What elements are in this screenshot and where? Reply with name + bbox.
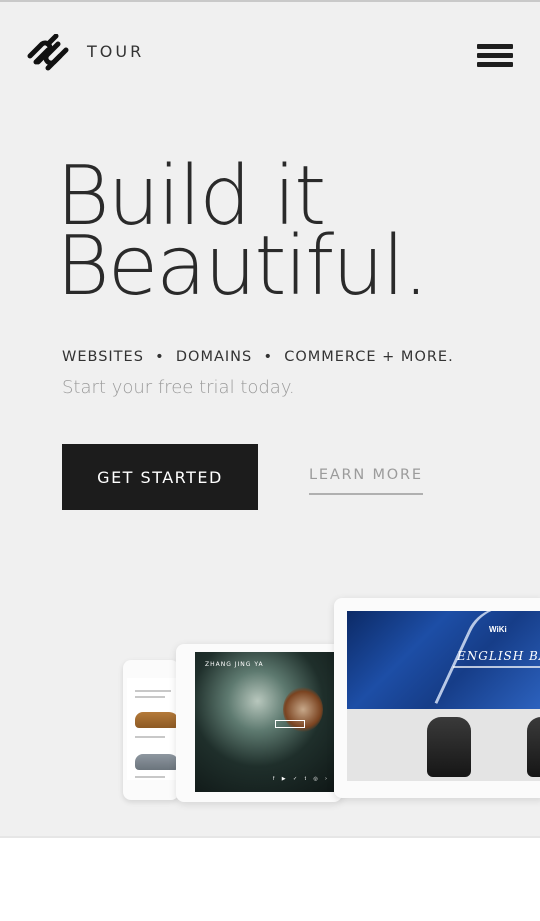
text-line: [135, 690, 171, 692]
tablet-site-title: ZHANG JING YA: [205, 661, 264, 668]
hero-section: TOUR Build it Beautiful. WEBSITES • DOMA…: [0, 2, 540, 838]
menu-bar: [477, 62, 513, 67]
phone-mockup: [123, 660, 179, 800]
laptop-subtitle-line: [453, 666, 540, 668]
text-line: [135, 736, 165, 738]
get-started-button[interactable]: GET STARTED: [62, 444, 258, 510]
backpack-image: [427, 717, 471, 777]
laptop-banner: WiKi ENGLISH BAG: [347, 611, 540, 709]
tablet-cta: [275, 720, 305, 728]
learn-more-link[interactable]: LEARN MORE: [309, 467, 423, 495]
tablet-mockup: ZHANG JING YA f ▶ ✓ t ◎ ›: [176, 644, 342, 802]
phone-screen: [127, 678, 179, 780]
device-showcase: ZHANG JING YA f ▶ ✓ t ◎ › WiKi ENGLISH B…: [0, 582, 540, 822]
headline-line-2: Beautiful.: [56, 219, 429, 314]
section-divider: [0, 836, 540, 838]
menu-bar: [477, 44, 513, 49]
text-line: [135, 776, 165, 778]
shoe-image: [135, 712, 179, 728]
menu-bar: [477, 53, 513, 58]
tagline: WEBSITES • DOMAINS • COMMERCE + MORE.: [62, 349, 454, 365]
backpack-image: [527, 717, 540, 777]
subline: Start your free trial today.: [62, 377, 295, 398]
laptop-mockup: WiKi ENGLISH BAG: [334, 598, 540, 798]
hamburger-menu-icon[interactable]: [477, 44, 513, 68]
laptop-product-area: [347, 709, 540, 781]
shoe-image: [135, 754, 179, 770]
laptop-brand: WiKi: [489, 625, 507, 634]
squarespace-logo-icon[interactable]: [26, 34, 70, 72]
page-headline: Build it Beautiful.: [56, 156, 429, 314]
nav-tour-link[interactable]: TOUR: [87, 42, 144, 61]
text-line: [135, 696, 165, 698]
laptop-site-title: ENGLISH BAG: [457, 649, 540, 663]
tablet-screen: ZHANG JING YA f ▶ ✓ t ◎ ›: [195, 652, 334, 792]
tablet-social-icons: f ▶ ✓ t ◎ ›: [273, 776, 330, 782]
